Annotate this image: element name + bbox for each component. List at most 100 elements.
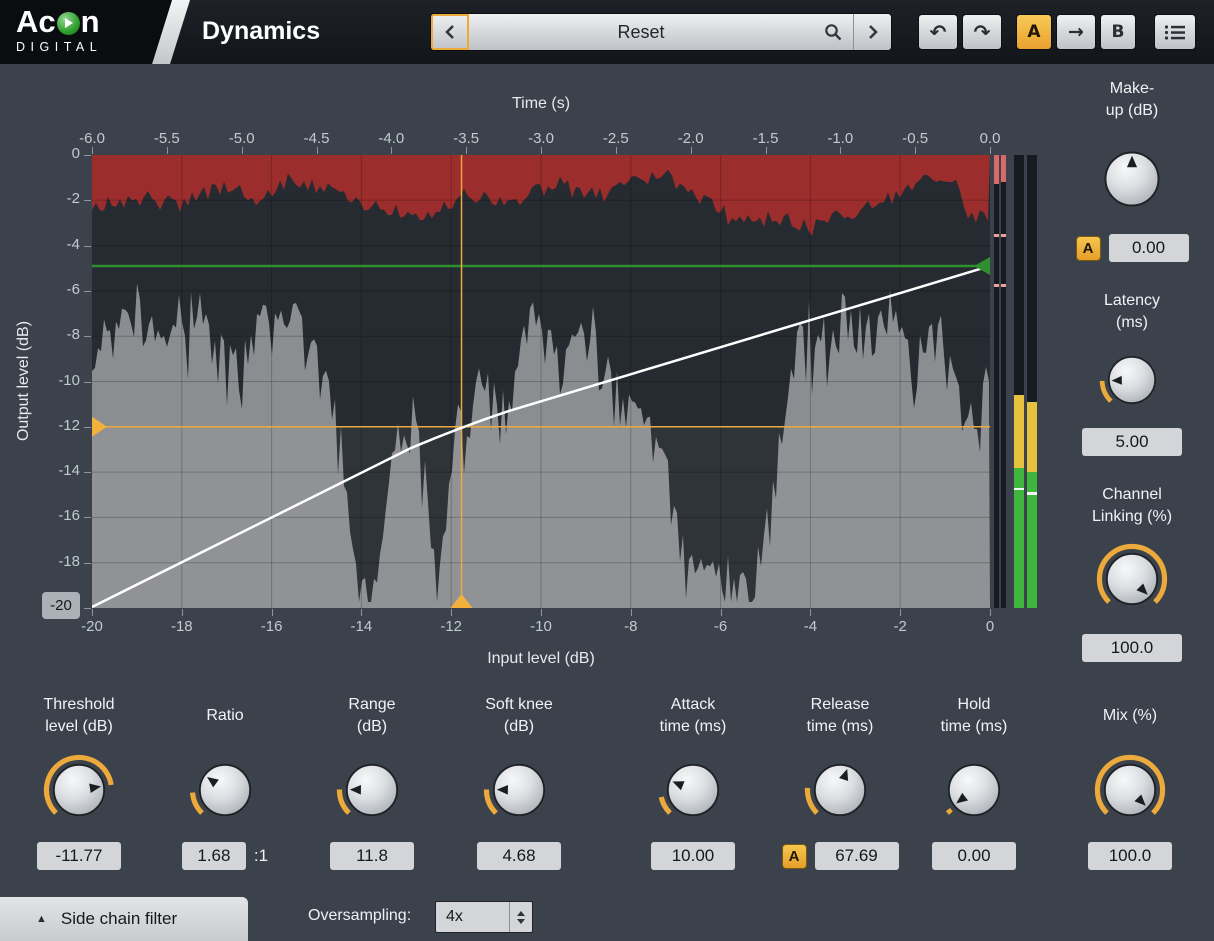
knob-label-release: Releasetime (ms) (765, 692, 915, 740)
input-axis-label: Input level (dB) (441, 650, 641, 668)
tick-mark (466, 147, 467, 154)
value-box-hold[interactable]: 0.00 (932, 842, 1016, 870)
gr-peak-mark (1001, 284, 1006, 287)
value-box-attack[interactable]: 10.00 (651, 842, 735, 870)
preset-search-button[interactable] (813, 14, 853, 50)
oversampling-label: Oversampling: (308, 907, 411, 925)
value-box-threshold[interactable]: -11.77 (37, 842, 121, 870)
output-axis-label: Output level (dB) (15, 281, 33, 481)
ab-compare-group: A → B (1016, 14, 1136, 50)
output-tick: -6 (34, 281, 80, 298)
knob-label-makeup: Make-up (dB) (1057, 76, 1207, 124)
knob-makeup[interactable] (1093, 140, 1171, 223)
undo-button[interactable]: ↶ (918, 14, 958, 50)
value-row-mix: 100.0 (1055, 842, 1205, 870)
output-tick: -12 (34, 417, 80, 434)
input-tick: -8 (624, 618, 637, 635)
logo-text-prefix: Ac (16, 6, 56, 38)
preset-next-button[interactable] (853, 14, 891, 50)
knob-soft-knee[interactable] (482, 753, 556, 832)
value-box-makeup[interactable]: 0.00 (1109, 234, 1189, 262)
tick-mark (840, 147, 841, 154)
output-tick: -10 (34, 372, 80, 389)
level-meter-yellow (1027, 402, 1037, 472)
automation-badge-release[interactable]: A (782, 844, 807, 869)
tick-mark (990, 609, 991, 616)
input-tick: -18 (171, 618, 193, 635)
time-tick: -4.5 (304, 130, 330, 147)
tick-mark (900, 609, 901, 616)
tick-mark (84, 155, 91, 156)
input-tick: -14 (351, 618, 373, 635)
tick-mark (84, 472, 91, 473)
search-icon (823, 22, 843, 42)
knob-threshold[interactable] (42, 753, 116, 832)
ab-b-button[interactable]: B (1100, 14, 1136, 50)
value-box-soft-knee[interactable]: 4.68 (477, 842, 561, 870)
ab-a-button[interactable]: A (1016, 14, 1052, 50)
knob-range[interactable] (335, 753, 409, 832)
input-tick: -10 (530, 618, 552, 635)
tick-mark (182, 609, 183, 616)
preset-prev-button[interactable] (431, 14, 469, 50)
value-box-latency[interactable]: 5.00 (1082, 428, 1182, 456)
knob-label-soft-knee: Soft knee(dB) (444, 692, 594, 740)
input-tick: -6 (714, 618, 727, 635)
knob-label-hold: Holdtime (ms) (899, 692, 1049, 740)
output-tick: -8 (34, 326, 80, 343)
value-row-soft-knee: 4.68 (444, 842, 594, 870)
time-tick: -2.0 (678, 130, 704, 147)
menu-button[interactable] (1154, 14, 1196, 50)
oversampling-value: 4x (436, 908, 509, 926)
value-box-mix[interactable]: 100.0 (1088, 842, 1172, 870)
value-box-channel-linking[interactable]: 100.0 (1082, 634, 1182, 662)
tick-mark (84, 427, 91, 428)
output-tick: 0 (34, 145, 80, 162)
time-tick: -5.5 (154, 130, 180, 147)
transfer-curve-plot[interactable] (92, 155, 990, 608)
knob-latency[interactable] (1098, 346, 1166, 419)
tick-mark (167, 147, 168, 154)
preset-name[interactable]: Reset (469, 14, 813, 50)
tick-mark (541, 147, 542, 154)
automation-badge-makeup[interactable]: A (1076, 236, 1101, 261)
tick-mark (84, 200, 91, 201)
tick-mark (721, 609, 722, 616)
knob-ratio[interactable] (188, 753, 262, 832)
tick-mark (84, 517, 91, 518)
knob-attack[interactable] (656, 753, 730, 832)
knob-mix[interactable] (1093, 753, 1167, 832)
tick-mark (915, 147, 916, 154)
spinner-icon[interactable] (509, 902, 532, 932)
chevron-left-icon (442, 23, 458, 41)
top-bar: Ac n DIGITAL Dynamics Reset (0, 0, 1214, 64)
value-box-range[interactable]: 11.8 (330, 842, 414, 870)
ab-copy-button[interactable]: → (1056, 14, 1096, 50)
tick-mark (541, 609, 542, 616)
tick-mark (242, 147, 243, 154)
tick-mark (810, 609, 811, 616)
value-box-release[interactable]: 67.69 (815, 842, 899, 870)
oversampling-select[interactable]: 4x (435, 901, 533, 933)
side-chain-filter-button[interactable]: ▲ Side chain filter (0, 897, 248, 941)
gr-meter-fill (1001, 155, 1006, 182)
output-tick: -18 (34, 553, 80, 570)
input-tick: -16 (261, 618, 283, 635)
tick-mark (361, 609, 362, 616)
tick-mark (92, 147, 93, 154)
knob-label-range: Range(dB) (297, 692, 447, 740)
gr-peak-mark (1001, 234, 1006, 237)
time-tick: -6.0 (79, 130, 105, 147)
knob-release[interactable] (803, 753, 877, 832)
tick-mark (631, 609, 632, 616)
redo-button[interactable]: ↷ (962, 14, 1002, 50)
input-tick: -2 (894, 618, 907, 635)
knob-channel-linking[interactable] (1095, 542, 1169, 621)
undo-redo-group: ↶ ↷ (918, 14, 1002, 50)
gain-reduction-meter-bar (994, 155, 999, 608)
knob-label-threshold: Thresholdlevel (dB) (4, 692, 154, 740)
value-box-ratio[interactable]: 1.68 (182, 842, 246, 870)
tick-mark (391, 147, 392, 154)
output-tick: -2 (34, 190, 80, 207)
knob-hold[interactable] (937, 753, 1011, 832)
